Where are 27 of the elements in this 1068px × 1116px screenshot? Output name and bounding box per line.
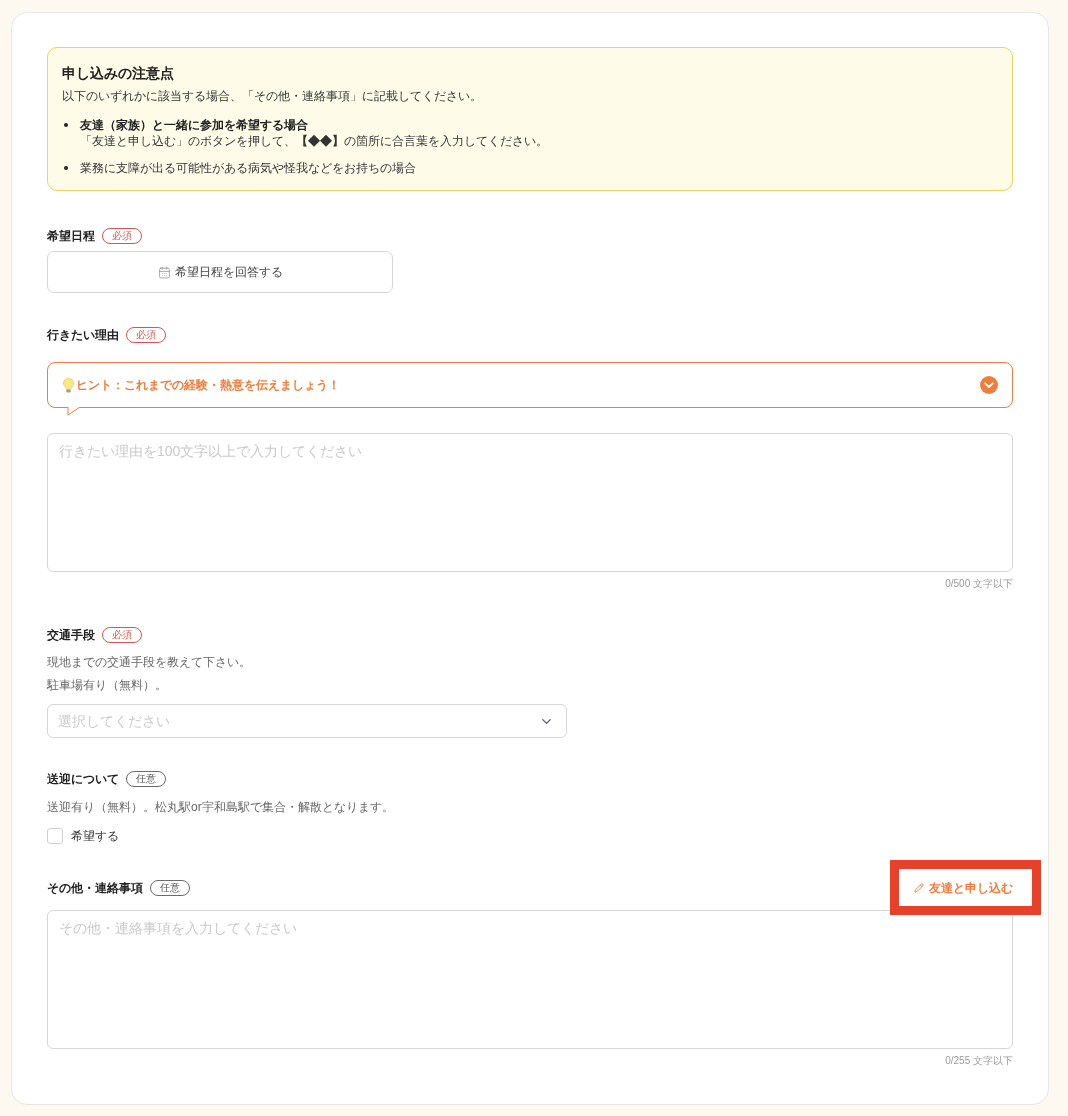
- field-label: その他・連絡事項: [47, 880, 143, 896]
- field-description: 駐車場有り（無料）。: [47, 677, 168, 694]
- field-label: 送迎について: [47, 771, 119, 787]
- lightbulb-icon: [63, 377, 74, 393]
- field-description: 送迎有り（無料）。松丸駅or宇和島駅で集合・解散となります。: [47, 799, 395, 816]
- notice-intro: 以下のいずれかに該当する場合、「その他・連絡事項」に記載してください。: [62, 88, 483, 105]
- field-label: 希望日程: [47, 228, 95, 244]
- notice-item-text: 業務に支障が出る可能性がある病気や怪我などをお持ちの場合: [80, 160, 416, 176]
- bullet-icon: [64, 166, 68, 170]
- calendar-icon: [157, 265, 171, 279]
- notice-item-detail: 「友達と申し込む」のボタンを押して、【◆◆】の箇所に合言葉を入力してください。: [80, 133, 548, 149]
- character-counter: 0/255 文字以下: [945, 1054, 1013, 1068]
- hint-text: ヒント：これまでの経験・熱意を伝えましょう！: [76, 377, 340, 393]
- checkbox[interactable]: [47, 828, 63, 844]
- notice-item-title: 友達（家族）と一緒に参加を希望する場合: [80, 117, 309, 133]
- character-counter: 0/500 文字以下: [945, 577, 1013, 591]
- field-label: 交通手段: [47, 627, 95, 643]
- callout-tail-icon: [67, 407, 81, 416]
- field-description: 現地までの交通手段を教えて下さい。: [47, 654, 252, 671]
- bullet-icon: [64, 123, 68, 127]
- checkbox-label[interactable]: 希望する: [71, 828, 119, 844]
- hint-box[interactable]: ヒント：これまでの経験・熱意を伝えましょう！: [47, 362, 1013, 408]
- date-answer-button[interactable]: 希望日程を回答する: [47, 251, 393, 293]
- notice-title: 申し込みの注意点: [62, 64, 175, 83]
- field-label: 行きたい理由: [47, 327, 119, 343]
- pencil-icon: [914, 883, 924, 893]
- chevron-icon[interactable]: [980, 376, 998, 394]
